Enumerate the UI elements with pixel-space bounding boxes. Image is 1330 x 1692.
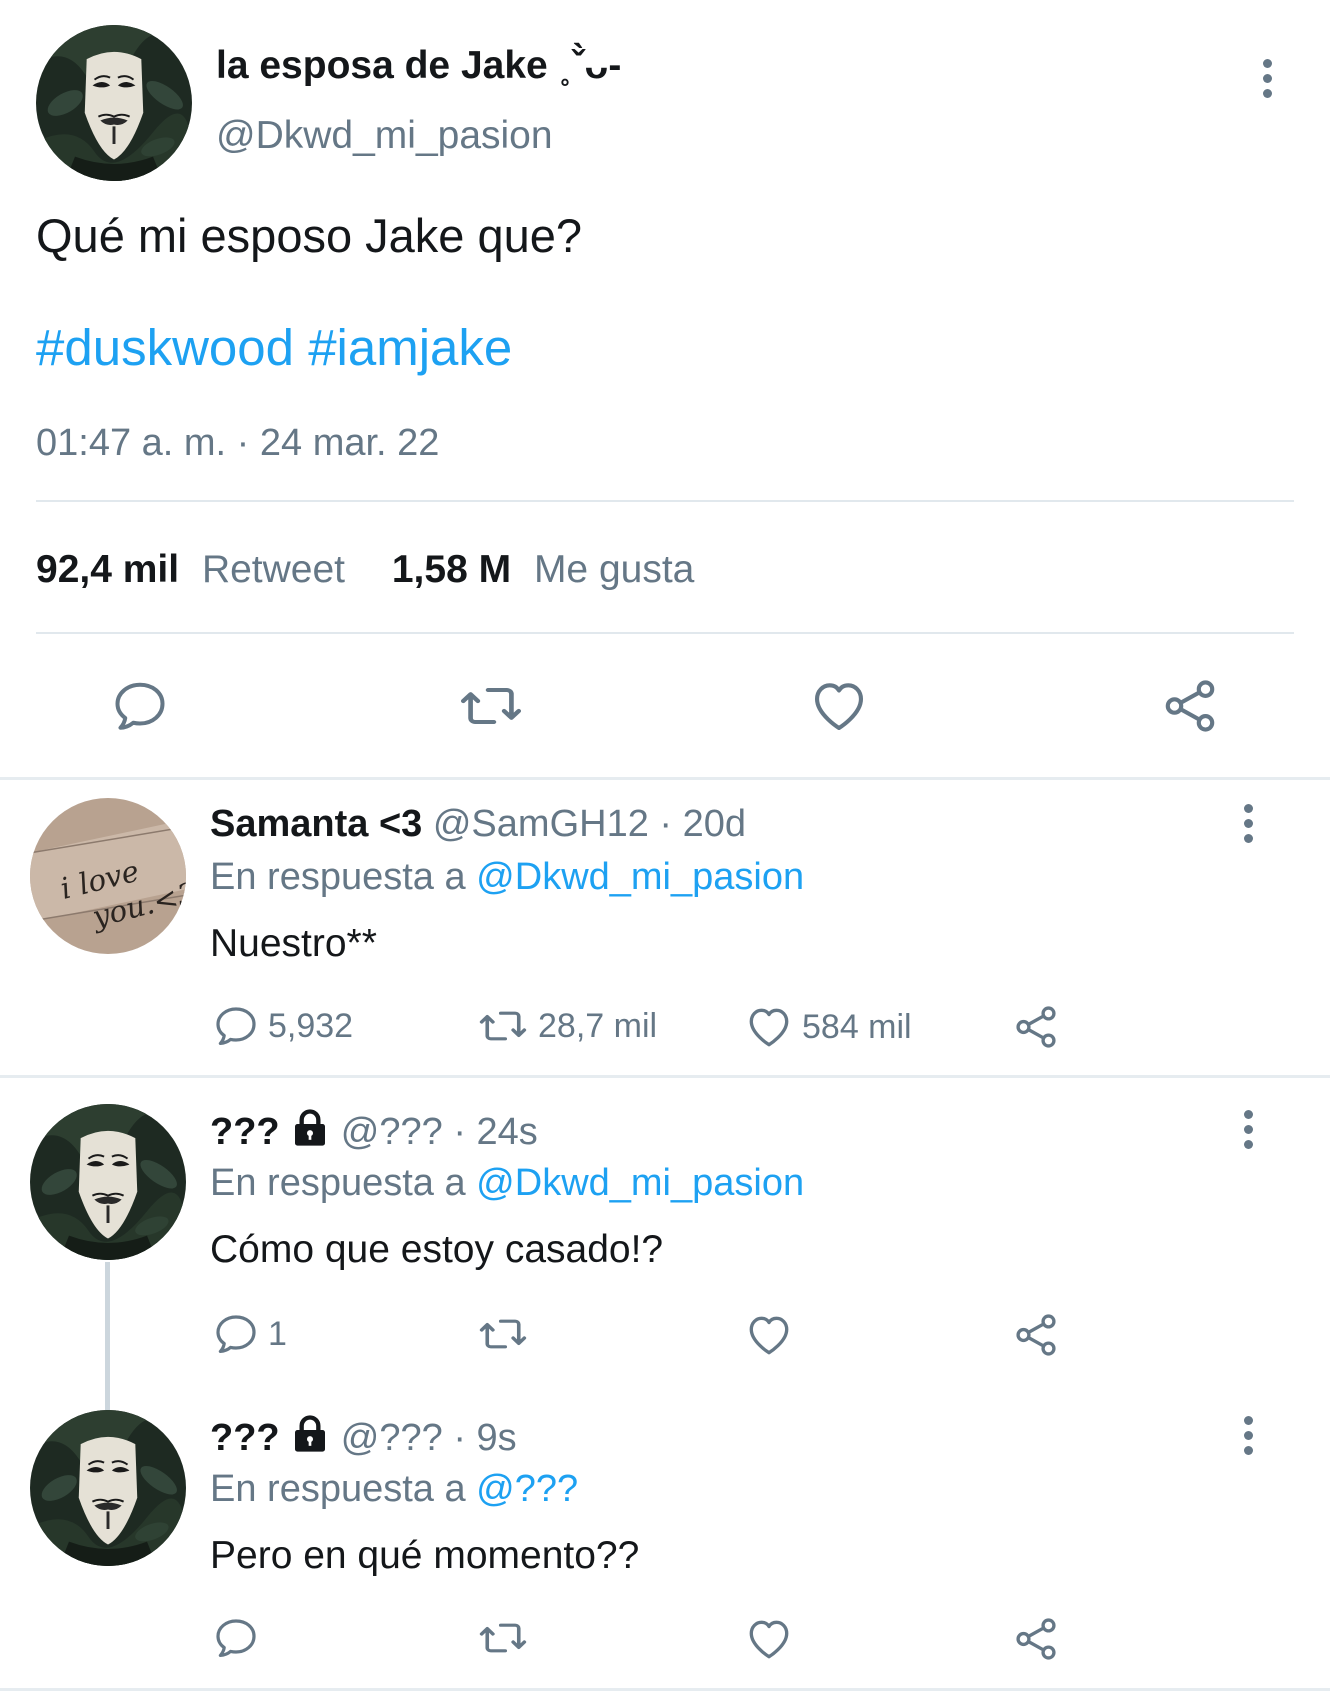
retweet-icon[interactable] (456, 676, 526, 736)
reply-button[interactable] (212, 1614, 268, 1662)
reply-text: Nuestro** (210, 922, 377, 965)
reply-display-name[interactable]: ??? (210, 1111, 280, 1153)
share-button[interactable] (1011, 1310, 1069, 1360)
heart-icon (744, 1614, 794, 1664)
reply-button[interactable]: 1 (212, 1310, 287, 1358)
hashtag-link[interactable]: #iamjake (308, 319, 512, 376)
thread-connector (105, 1262, 110, 1410)
heart-icon (744, 1002, 794, 1052)
more-options-icon[interactable] (1236, 1106, 1260, 1166)
lock-icon (290, 1109, 330, 1149)
reply-count: 5,932 (268, 1006, 354, 1045)
divider (36, 500, 1294, 502)
divider (36, 632, 1294, 634)
reply-icon (212, 1614, 260, 1662)
retweet-button[interactable] (476, 1310, 538, 1358)
reply-time[interactable]: · 24s (453, 1111, 537, 1153)
like-count: 584 mil (802, 1007, 912, 1046)
retweets-stat[interactable]: 92,4 mil Retweet (36, 548, 356, 591)
replying-to-link[interactable]: @Dkwd_mi_pasion (476, 856, 804, 898)
share-button[interactable] (1011, 1002, 1069, 1052)
like-label: Me gusta (533, 548, 695, 591)
replying-to-label: En respuesta a (210, 1162, 466, 1204)
reply-time[interactable]: · 20d (659, 803, 746, 845)
tweet-timestamp[interactable]: 01:47 a. m. · 24 mar. 22 (36, 422, 439, 465)
share-icon (1011, 1614, 1061, 1664)
retweet-icon (476, 1614, 530, 1662)
reply-text: Pero en qué momento?? (210, 1534, 640, 1577)
divider (0, 1075, 1330, 1078)
reply-handle[interactable]: @??? (341, 1111, 443, 1153)
reply-button[interactable]: 5,932 (212, 1002, 353, 1050)
retweet-count: 92,4 mil (36, 548, 180, 591)
share-icon (1011, 1002, 1061, 1052)
engagement-stats: 92,4 mil Retweet 1,58 M Me gusta (36, 548, 694, 592)
hashtag-link[interactable]: #duskwood (36, 319, 294, 376)
heart-icon (744, 1310, 794, 1360)
retweet-count: 28,7 mil (538, 1006, 658, 1045)
like-button[interactable] (744, 1614, 802, 1664)
reply-icon (212, 1310, 260, 1358)
retweet-label: Retweet (201, 548, 346, 591)
retweet-icon (476, 1002, 530, 1050)
reply-icon (212, 1002, 260, 1050)
reply-avatar[interactable] (30, 1104, 186, 1260)
share-button[interactable] (1011, 1614, 1069, 1664)
reply-header: ??? @??? · 24s (210, 1109, 538, 1154)
divider (0, 777, 1330, 780)
likes-stat[interactable]: 1,58 M Me gusta (392, 548, 695, 591)
like-button[interactable] (744, 1310, 802, 1360)
heart-icon[interactable] (808, 675, 870, 737)
replying-to-link[interactable]: @??? (476, 1468, 578, 1510)
like-count: 1,58 M (391, 548, 512, 591)
reply-display-name[interactable]: Samanta <3 (210, 803, 422, 845)
retweet-icon (476, 1310, 530, 1358)
reply-icon[interactable] (110, 676, 170, 736)
replying-to-label: En respuesta a (210, 856, 466, 898)
lock-icon (290, 1415, 330, 1455)
retweet-button[interactable] (476, 1614, 538, 1662)
author-display-name[interactable]: la esposa de Jake ˳ˇ̀ᴗ- (216, 44, 621, 88)
more-options-icon[interactable] (1236, 1412, 1260, 1472)
replying-to: En respuesta a @??? (210, 1468, 578, 1511)
reply-header: Samanta <3 @SamGH12 · 20d (210, 803, 746, 846)
tweet-text: Qué mi esposo Jake que? (36, 209, 583, 262)
reply-header: ??? @??? · 9s (210, 1415, 517, 1460)
reply-display-name[interactable]: ??? (210, 1417, 280, 1459)
divider (0, 1688, 1330, 1691)
replying-to: En respuesta a @Dkwd_mi_pasion (210, 856, 804, 899)
tweet-hashtags: #duskwood #iamjake (36, 318, 512, 377)
retweet-button[interactable]: 28,7 mil (476, 1002, 657, 1050)
like-button[interactable]: 584 mil (744, 1002, 912, 1052)
replying-to-link[interactable]: @Dkwd_mi_pasion (476, 1162, 804, 1204)
reply-avatar[interactable] (30, 1410, 186, 1566)
more-options-icon[interactable] (1236, 800, 1260, 860)
author-avatar[interactable] (36, 25, 192, 181)
share-icon[interactable] (1159, 675, 1221, 737)
reply-avatar[interactable] (30, 798, 186, 954)
more-options-icon[interactable] (1255, 55, 1279, 115)
reply-handle[interactable]: @??? (341, 1417, 443, 1459)
reply-text: Cómo que estoy casado!? (210, 1228, 664, 1271)
reply-handle[interactable]: @SamGH12 (433, 803, 649, 845)
replying-to: En respuesta a @Dkwd_mi_pasion (210, 1162, 804, 1205)
author-handle[interactable]: @Dkwd_mi_pasion (216, 114, 553, 158)
reply-time[interactable]: · 9s (453, 1417, 516, 1459)
reply-count: 1 (268, 1314, 287, 1353)
share-icon (1011, 1310, 1061, 1360)
replying-to-label: En respuesta a (210, 1468, 466, 1510)
